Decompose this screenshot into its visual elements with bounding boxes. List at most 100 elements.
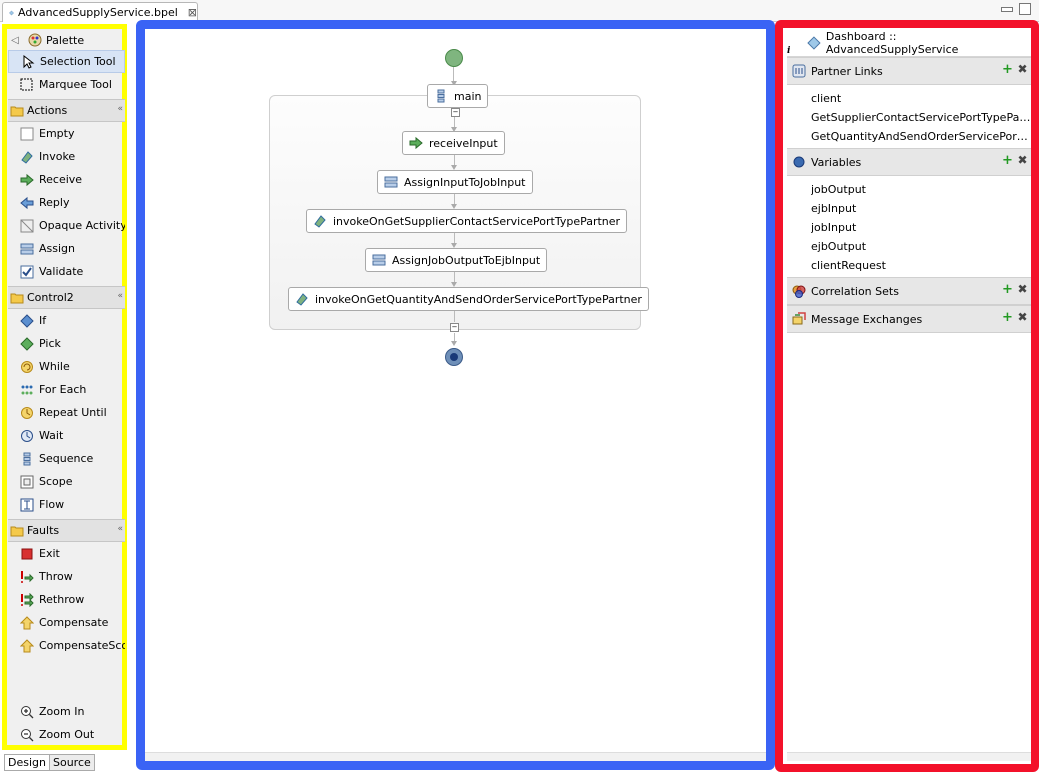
palette-item-sequence[interactable]: Sequence — [8, 447, 125, 470]
add-correlation-set-icon[interactable]: + — [1002, 283, 1013, 296]
editor-tab[interactable]: AdvancedSupplyService.bpel ⊠ — [2, 2, 198, 22]
marquee-tool-label: Marquee Tool — [39, 78, 112, 91]
marquee-tool[interactable]: Marquee Tool — [8, 73, 125, 96]
exit-icon — [21, 548, 33, 559]
drawer-control2[interactable]: Control2 « — [8, 286, 125, 309]
list-item[interactable]: ejbOutput — [811, 237, 1031, 256]
scope-icon — [20, 475, 34, 488]
activity-assign-job-output-to-ejb-input[interactable]: AssignJobOutputToEjbInput — [365, 248, 548, 272]
palette-item-label: For Each — [39, 383, 87, 396]
section-label: Partner Links — [811, 64, 883, 78]
palette-item-label: Compensate — [39, 616, 109, 629]
zoom-out-button[interactable]: Zoom Out — [8, 723, 125, 746]
add-message-exchange-icon[interactable]: + — [1002, 311, 1013, 324]
list-item[interactable]: jobOutput — [811, 180, 1031, 199]
delete-partner-link-icon[interactable]: ✖ — [1017, 63, 1028, 75]
assign-icon — [384, 176, 398, 188]
palette-item-scope[interactable]: Scope — [8, 470, 125, 493]
activity-invoke-supplier-contact[interactable]: invokeOnGetSupplierContactServicePortTyp… — [306, 209, 628, 233]
palette-item-label: Invoke — [39, 150, 76, 163]
palette-item-label: Pick — [39, 337, 61, 350]
collapse-drawer-icon[interactable]: « — [117, 104, 123, 114]
for-each-icon — [21, 385, 33, 394]
palette-item-opaque-activity[interactable]: Opaque Activity — [8, 214, 125, 237]
palette-item-empty[interactable]: Empty — [8, 122, 125, 145]
activity-invoke-quantity-and-send-order[interactable]: invokeOnGetQuantityAndSendOrderServicePo… — [288, 287, 649, 311]
delete-message-exchange-icon[interactable]: ✖ — [1017, 311, 1028, 323]
close-icon[interactable]: ⊠ — [188, 6, 197, 19]
section-partner-links[interactable]: Partner Links + ✖ — [787, 57, 1031, 85]
drawer-actions-label: Actions — [27, 104, 68, 117]
palette-item-label: If — [39, 314, 47, 327]
dashboard-horizontal-scrollbar[interactable] — [787, 752, 1031, 761]
palette-item-for-each[interactable]: For Each — [8, 378, 125, 401]
process-start-icon[interactable] — [444, 48, 464, 68]
palette-item-pick[interactable]: Pick — [8, 332, 125, 355]
palette-item-while[interactable]: While — [8, 355, 125, 378]
collapse-sequence-icon[interactable]: − — [450, 323, 459, 332]
selection-tool[interactable]: Selection Tool — [8, 50, 125, 73]
palette-item-throw[interactable]: Throw — [8, 565, 125, 588]
drawer-actions[interactable]: Actions « — [8, 99, 125, 122]
collapse-drawer-icon[interactable]: « — [117, 291, 123, 301]
zoom-in-icon — [21, 705, 34, 718]
palette-item-compensate[interactable]: Compensate — [8, 611, 125, 634]
empty-icon — [20, 127, 34, 140]
palette: ◁ Palette Selection Tool Marquee Tool Ac… — [8, 30, 125, 746]
palette-item-exit[interactable]: Exit — [8, 542, 125, 565]
palette-item-wait[interactable]: Wait — [8, 424, 125, 447]
activity-receive-input[interactable]: receiveInput — [402, 131, 505, 155]
dashboard-title: Dashboard :: AdvancedSupplyService i — [787, 30, 1031, 57]
variables-list: jobOutput ejbInput jobInput ejbOutput cl… — [787, 176, 1031, 277]
pick-icon — [20, 336, 34, 351]
delete-correlation-set-icon[interactable]: ✖ — [1017, 283, 1028, 295]
sequence-main[interactable]: main — [427, 84, 489, 108]
maximize-icon[interactable] — [1019, 3, 1031, 15]
section-variables[interactable]: Variables + ✖ — [787, 148, 1031, 176]
palette-item-receive[interactable]: Receive — [8, 168, 125, 191]
activity-assign-input-to-job-input[interactable]: AssignInputToJobInput — [377, 170, 533, 194]
tab-source[interactable]: Source — [49, 754, 95, 771]
selection-tool-label: Selection Tool — [40, 55, 116, 68]
palette-item-validate[interactable]: Validate — [8, 260, 125, 283]
palette-item-assign[interactable]: Assign — [8, 237, 125, 260]
add-partner-link-icon[interactable]: + — [1002, 63, 1013, 76]
canvas-horizontal-scrollbar[interactable] — [145, 752, 766, 761]
collapse-sequence-icon[interactable]: − — [451, 108, 460, 117]
palette-item-repeat-until[interactable]: Repeat Until — [8, 401, 125, 424]
bpel-file-icon — [807, 36, 821, 50]
palette-item-invoke[interactable]: Invoke — [8, 145, 125, 168]
list-item[interactable]: GetQuantityAndSendOrderServicePortTypePa… — [811, 127, 1031, 146]
zoom-in-button[interactable]: Zoom In — [8, 700, 125, 723]
tab-design[interactable]: Design — [4, 754, 50, 771]
process-end-icon[interactable] — [444, 347, 464, 367]
drawer-faults-label: Faults — [27, 524, 60, 537]
compensate-icon — [20, 615, 34, 629]
palette-item-reply[interactable]: Reply — [8, 191, 125, 214]
palette-item-if[interactable]: If — [8, 309, 125, 332]
palette-item-label: Repeat Until — [39, 406, 107, 419]
palette-item-rethrow[interactable]: Rethrow — [8, 588, 125, 611]
section-message-exchanges[interactable]: Message Exchanges + ✖ — [787, 305, 1031, 333]
delete-variable-icon[interactable]: ✖ — [1017, 154, 1028, 166]
collapse-drawer-icon[interactable]: « — [117, 524, 123, 534]
add-variable-icon[interactable]: + — [1002, 154, 1013, 167]
drawer-faults[interactable]: Faults « — [8, 519, 125, 542]
list-item[interactable]: clientRequest — [811, 256, 1031, 275]
zoom-in-label: Zoom In — [39, 705, 85, 718]
list-item[interactable]: client — [811, 89, 1031, 108]
palette-item-flow[interactable]: Flow — [8, 493, 125, 516]
arrow-cursor-icon — [23, 54, 35, 69]
palette-item-label: Flow — [39, 498, 65, 511]
section-correlation-sets[interactable]: Correlation Sets + ✖ — [787, 277, 1031, 305]
info-icon: i — [787, 46, 791, 56]
list-item[interactable]: GetSupplierContactServicePortTypePartner — [811, 108, 1031, 127]
list-item[interactable]: jobInput — [811, 218, 1031, 237]
repeat-until-icon — [21, 406, 33, 419]
list-item[interactable]: ejbInput — [811, 199, 1031, 218]
if-icon — [20, 313, 34, 328]
correlation-sets-icon — [792, 285, 806, 298]
minimize-icon[interactable] — [1001, 7, 1013, 12]
collapse-palette-icon[interactable]: ◁ — [8, 35, 22, 46]
palette-item-compensate-scope[interactable]: CompensateScope — [8, 634, 125, 657]
